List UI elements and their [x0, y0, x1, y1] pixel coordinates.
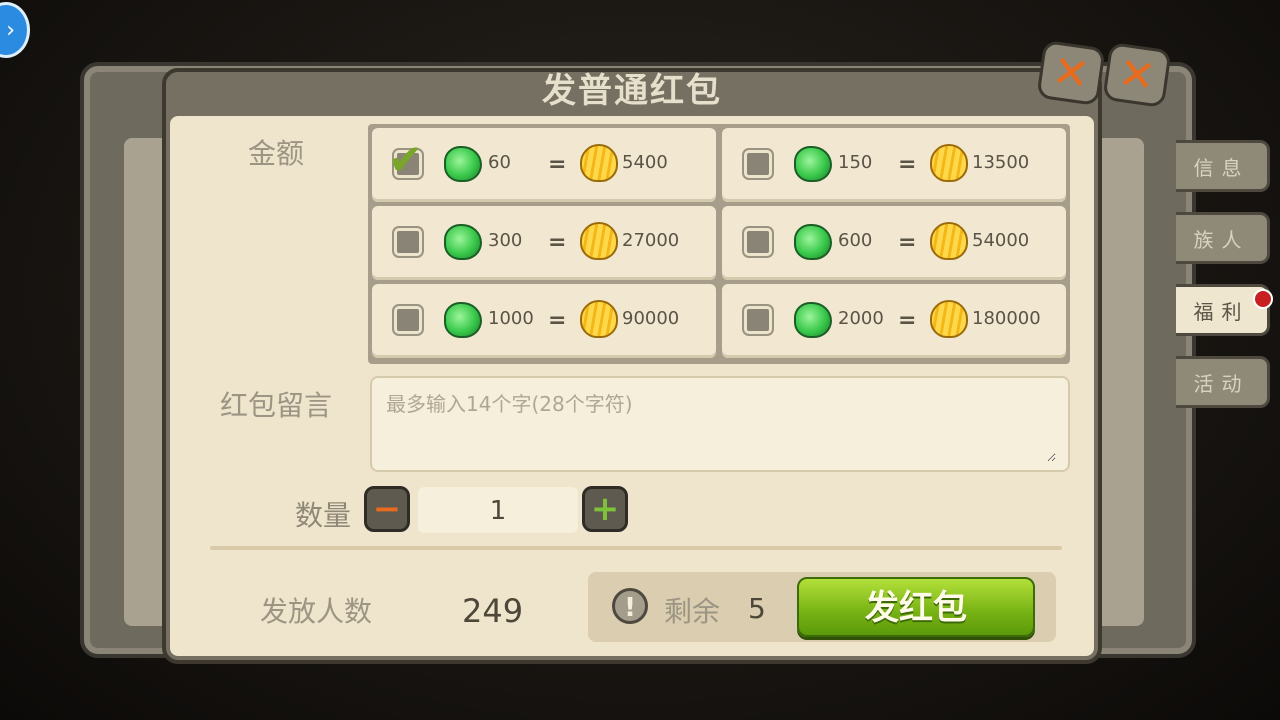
shell-amount: 13500	[972, 152, 1030, 173]
quantity-label: 数量	[295, 499, 352, 532]
equals-sign: =	[898, 230, 917, 255]
shell-coin-icon	[580, 144, 618, 182]
amount-option[interactable]: 300 = 27000	[372, 206, 716, 280]
shell-amount: 27000	[622, 230, 680, 251]
message-input[interactable]	[384, 386, 1056, 462]
checkmark-icon: ✔	[388, 135, 424, 184]
close-icon: ✕	[1115, 47, 1159, 103]
amount-option[interactable]: 1000 = 90000	[372, 284, 716, 358]
info-icon[interactable]: !	[612, 588, 648, 624]
shell-coin-icon	[930, 222, 968, 260]
tab-welfare[interactable]: 福利	[1176, 284, 1273, 336]
gem-icon	[794, 224, 832, 260]
back-close-button[interactable]: ✕	[1102, 41, 1172, 109]
gem-amount: 300	[488, 230, 523, 251]
gem-amount: 1000	[488, 308, 534, 329]
dialog-title: 发普通红包	[542, 71, 722, 111]
plus-icon: +	[590, 489, 620, 529]
equals-sign: =	[548, 230, 567, 255]
gem-icon	[444, 146, 482, 182]
tab-clan-members[interactable]: 族人	[1176, 212, 1270, 264]
increase-quantity-button[interactable]: +	[582, 486, 628, 532]
option-checkbox[interactable]	[394, 228, 422, 256]
gem-icon	[444, 224, 482, 260]
minus-icon: −	[372, 489, 402, 529]
remaining-label: 剩余	[664, 595, 721, 628]
tab-info[interactable]: 信息	[1176, 140, 1270, 192]
option-checkbox[interactable]	[744, 306, 772, 334]
option-checkbox[interactable]	[394, 306, 422, 334]
gem-icon	[444, 302, 482, 338]
send-red-packet-button[interactable]: 发红包	[797, 577, 1035, 637]
shell-coin-icon	[930, 144, 968, 182]
amount-label: 金额	[248, 137, 305, 170]
tab-label: 族人	[1193, 227, 1250, 252]
message-label: 红包留言	[220, 389, 333, 422]
dialog-close-button[interactable]: ✕	[1036, 39, 1106, 107]
tab-events[interactable]: 活动	[1176, 356, 1270, 408]
option-checkbox[interactable]	[744, 150, 772, 178]
shell-amount: 5400	[622, 152, 668, 173]
equals-sign: =	[548, 152, 567, 177]
recipients-count: 249	[462, 592, 524, 630]
tab-label: 福利	[1193, 299, 1250, 324]
quantity-field[interactable]: 1	[418, 487, 578, 533]
gem-amount: 150	[838, 152, 873, 173]
gem-amount: 600	[838, 230, 873, 251]
recipients-label: 发放人数	[260, 595, 373, 628]
close-icon: ✕	[1049, 45, 1093, 101]
tab-label: 活动	[1193, 371, 1250, 396]
remaining-count: 5	[748, 592, 766, 625]
shell-amount: 180000	[972, 308, 1041, 329]
equals-sign: =	[548, 308, 567, 333]
amount-option[interactable]: 2000 = 180000	[722, 284, 1066, 358]
message-box	[370, 376, 1070, 472]
gem-icon	[794, 302, 832, 338]
shell-amount: 90000	[622, 308, 680, 329]
shell-amount: 54000	[972, 230, 1030, 251]
amount-option[interactable]: ✔ 60 = 5400	[372, 128, 716, 202]
gem-icon	[794, 146, 832, 182]
tab-label: 信息	[1193, 155, 1250, 180]
shell-coin-icon	[930, 300, 968, 338]
decrease-quantity-button[interactable]: −	[364, 486, 410, 532]
gem-amount: 60	[488, 152, 511, 173]
notification-dot	[1253, 289, 1273, 309]
divider	[210, 546, 1062, 550]
equals-sign: =	[898, 308, 917, 333]
equals-sign: =	[898, 152, 917, 177]
amount-option[interactable]: 600 = 54000	[722, 206, 1066, 280]
option-checkbox[interactable]	[744, 228, 772, 256]
gem-amount: 2000	[838, 308, 884, 329]
amount-option[interactable]: 150 = 13500	[722, 128, 1066, 202]
amount-options-grid: ✔ 60 = 5400 150 = 13500 300 = 27000 600 …	[368, 124, 1070, 364]
shell-coin-icon	[580, 300, 618, 338]
shell-coin-icon	[580, 222, 618, 260]
